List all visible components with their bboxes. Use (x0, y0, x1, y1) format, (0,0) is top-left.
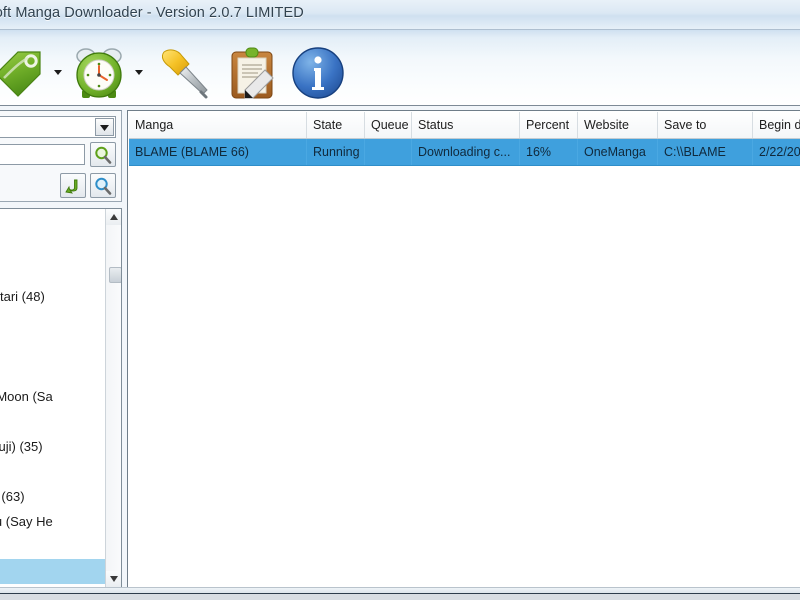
list-item[interactable]: uroshitsuji) (35) (0, 434, 105, 459)
table-cell: C:\\BLAME (658, 139, 753, 165)
clipboard-pen-icon (231, 47, 274, 99)
list-item[interactable]: (26) (0, 309, 105, 334)
list-item[interactable]: o Kami) (63) (0, 484, 105, 509)
filter-box: ...w all (0, 110, 122, 202)
application-window: Soft Manga Downloader - Version 2.0.7 LI… (0, 0, 800, 594)
blue-info-circle-icon (292, 47, 344, 99)
list-item[interactable]: ) (0, 409, 105, 434)
list-item[interactable]: oroshiku (Say He (0, 509, 105, 534)
yellow-screwdriver-icon (161, 49, 208, 99)
list-item[interactable]: Monogatari (48) (0, 284, 105, 309)
manga-list[interactable]: s (10) Monogatari (48)(26)ar (105) i Sailo… (0, 209, 105, 587)
chevron-down-icon (100, 124, 109, 131)
table-cell: 2/22/201 (753, 139, 800, 165)
download-dropdown[interactable] (52, 66, 64, 78)
triangle-up-icon (110, 214, 118, 220)
chevron-down-icon (54, 70, 62, 75)
list-item[interactable] (0, 259, 105, 284)
table-cell: BLAME (BLAME 66) (129, 139, 307, 165)
grid-column-header[interactable]: State (307, 112, 365, 138)
refresh-button[interactable] (60, 173, 86, 198)
green-alarm-clock-icon (76, 48, 122, 98)
table-cell: Downloading c... (412, 139, 520, 165)
blue-magnifier-icon (95, 177, 112, 195)
grid-header-row: Manga State Queue Status Percent Website Save … (129, 112, 800, 139)
list-item[interactable] (0, 459, 105, 484)
table-cell: Running (307, 139, 365, 165)
scroll-up-button[interactable] (106, 209, 121, 225)
left-panel: ...w all s (10) Monogatari (48)(26)ar (10… (0, 110, 122, 588)
scrollbar-thumb[interactable] (109, 267, 121, 283)
grid-body: BLAME (BLAME 66) Running Downloading c... 1… (129, 139, 800, 166)
downloads-grid-panel: Manga State Queue Status Percent Website Save … (127, 110, 800, 588)
grid-column-header[interactable]: Website (578, 112, 658, 138)
combobox-arrow-button[interactable] (95, 118, 114, 136)
table-cell: OneManga (578, 139, 658, 165)
website-combobox[interactable] (0, 116, 116, 138)
search-input[interactable] (0, 144, 85, 165)
triangle-down-icon (110, 576, 118, 582)
manga-list-box: s (10) Monogatari (48)(26)ar (105) i Sailo… (0, 208, 122, 588)
chevron-down-icon (135, 70, 143, 75)
toolbar (0, 30, 800, 106)
list-item[interactable] (0, 559, 105, 584)
grid-column-header[interactable]: Percent (520, 112, 578, 138)
list-item[interactable]: s (10) (0, 234, 105, 259)
scheduler-dropdown[interactable] (133, 66, 145, 78)
grid-column-header[interactable]: Manga (129, 112, 307, 138)
settings-button[interactable] (156, 44, 214, 102)
window-bottom-edge (0, 587, 800, 593)
title-bar: Soft Manga Downloader - Version 2.0.7 LI… (0, 0, 800, 30)
list-item[interactable]: i Sailor Moon (Sa (0, 384, 105, 409)
grid-column-header[interactable]: Status (412, 112, 520, 138)
list-item[interactable]: 72) (0, 534, 105, 559)
list-item[interactable] (0, 209, 105, 234)
info-button[interactable] (289, 44, 347, 102)
search-button-blue[interactable] (90, 173, 116, 198)
list-item[interactable]: ar (105) (0, 334, 105, 359)
table-cell: 16% (520, 139, 578, 165)
window-title: Soft Manga Downloader - Version 2.0.7 LI… (0, 5, 304, 21)
download-button[interactable] (0, 44, 48, 102)
green-download-tag-icon (0, 51, 41, 97)
scroll-down-button[interactable] (106, 571, 121, 587)
table-cell (365, 139, 412, 165)
table-row[interactable]: BLAME (BLAME 66) Running Downloading c... 1… (129, 139, 800, 166)
green-refresh-arrow-icon (65, 179, 78, 194)
log-button[interactable] (223, 44, 281, 102)
grid-column-header[interactable]: Queue (365, 112, 412, 138)
list-item[interactable] (0, 359, 105, 384)
grid-column-header[interactable]: Begin dat (753, 112, 800, 138)
grid-column-header[interactable]: Save to (658, 112, 753, 138)
green-magnifier-icon (95, 146, 112, 164)
manga-list-scrollbar[interactable] (105, 209, 121, 587)
scheduler-button[interactable] (70, 44, 128, 102)
search-button-green[interactable] (90, 142, 116, 167)
